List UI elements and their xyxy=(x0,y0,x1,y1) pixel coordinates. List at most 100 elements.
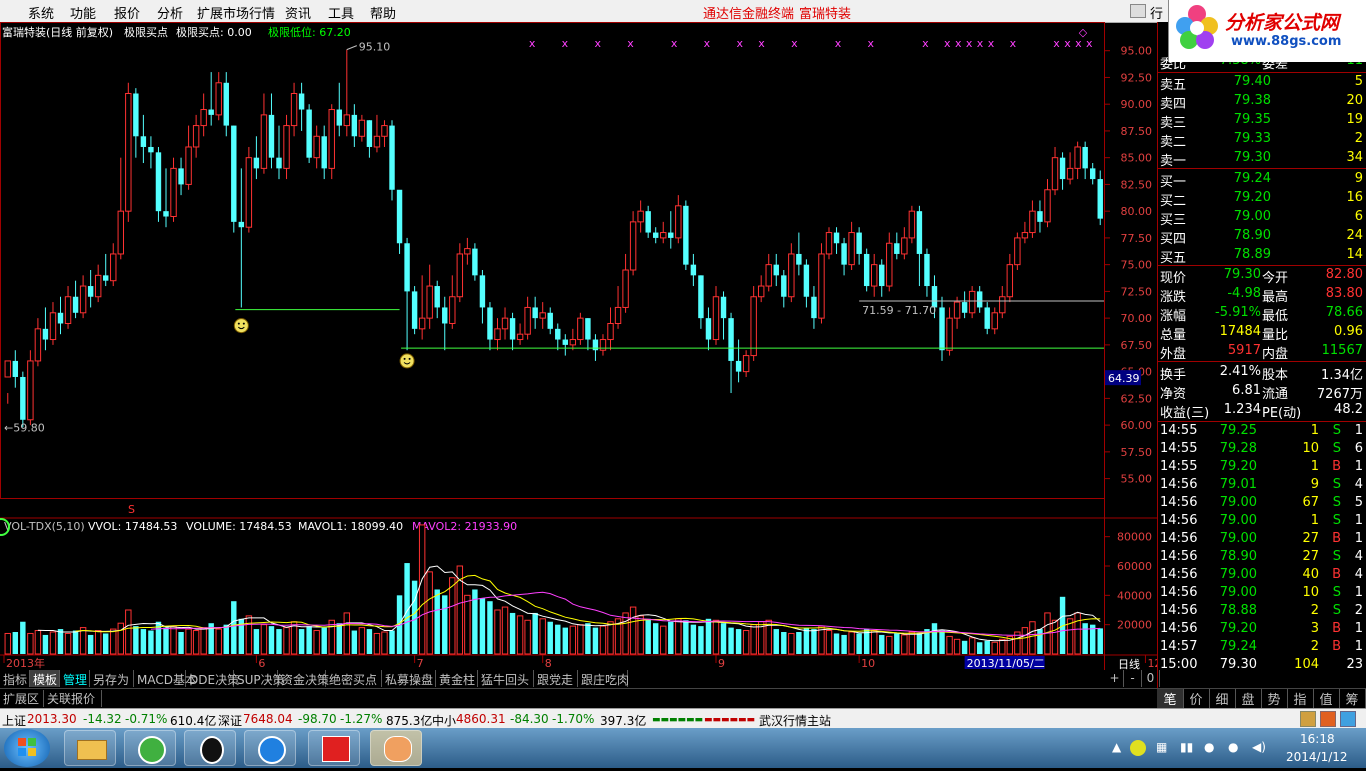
tab-extension-area[interactable]: 扩展区 xyxy=(0,690,44,707)
candle-body[interactable] xyxy=(148,146,154,153)
panel-tab-4[interactable]: 势 xyxy=(1261,689,1288,708)
candle-body[interactable] xyxy=(501,317,509,330)
panel-tab-6[interactable]: 值 xyxy=(1313,689,1340,708)
tab-indicator-12[interactable]: 跟党走 xyxy=(534,670,578,687)
candle-body[interactable] xyxy=(607,322,614,341)
candle-body[interactable] xyxy=(901,237,908,255)
candle-body[interactable] xyxy=(253,157,260,169)
candle-body[interactable] xyxy=(562,339,569,345)
candle-body[interactable] xyxy=(728,318,734,361)
tab-indicator-2[interactable]: 管理 xyxy=(60,670,90,687)
candle-body[interactable] xyxy=(358,119,366,137)
candle-body[interactable] xyxy=(313,135,320,159)
tab-indicator-8[interactable]: 绝密买点 xyxy=(326,670,382,687)
candle-body[interactable] xyxy=(223,82,229,126)
panel-tab-1[interactable]: 价 xyxy=(1183,689,1210,708)
start-button[interactable] xyxy=(4,729,50,767)
candle-body[interactable] xyxy=(155,152,162,212)
candle-body[interactable] xyxy=(1051,157,1059,191)
candle-body[interactable] xyxy=(351,114,358,137)
menu-system[interactable]: 系统 xyxy=(28,3,54,22)
candle-body[interactable] xyxy=(449,296,456,324)
tab-indicator-9[interactable]: 私募操盘 xyxy=(382,670,436,687)
candle-body[interactable] xyxy=(366,120,373,147)
candle-body[interactable] xyxy=(1082,146,1088,169)
candle-body[interactable] xyxy=(569,339,577,346)
candle-body[interactable] xyxy=(645,211,651,233)
candle-body[interactable] xyxy=(260,114,268,169)
candle-body[interactable] xyxy=(396,189,403,244)
player-button[interactable] xyxy=(244,730,296,766)
stock-app-button[interactable] xyxy=(308,730,360,766)
candle-body[interactable] xyxy=(4,360,11,378)
candle-body[interactable] xyxy=(870,264,878,287)
candle-body[interactable] xyxy=(750,296,757,357)
menu-function[interactable]: 功能 xyxy=(70,3,96,22)
candle-body[interactable] xyxy=(863,253,870,287)
candle-body[interactable] xyxy=(328,109,335,169)
candle-body[interactable] xyxy=(215,82,222,116)
candle-body[interactable] xyxy=(12,360,19,377)
candle-body[interactable] xyxy=(442,307,448,324)
candle-body[interactable] xyxy=(1044,189,1051,223)
candle-body[interactable] xyxy=(163,211,169,217)
candle-body[interactable] xyxy=(1021,232,1029,239)
candle-body[interactable] xyxy=(494,328,501,341)
candle-body[interactable] xyxy=(660,232,667,239)
candle-body[interactable] xyxy=(34,328,42,362)
candle-body[interactable] xyxy=(1066,167,1074,180)
candle-body[interactable] xyxy=(245,157,253,228)
candle-body[interactable] xyxy=(916,211,923,254)
candle-body[interactable] xyxy=(833,232,840,244)
candle-body[interactable] xyxy=(818,253,825,319)
candle-body[interactable] xyxy=(653,232,659,238)
candle-body[interactable] xyxy=(133,93,139,137)
tab-indicator-0[interactable]: 指标 xyxy=(0,670,30,687)
candle-body[interactable] xyxy=(924,253,930,287)
candle-body[interactable] xyxy=(811,296,817,319)
candle-body[interactable] xyxy=(298,93,305,110)
candle-body[interactable] xyxy=(984,307,990,329)
tab-indicator-11[interactable]: 猛牛回头 xyxy=(478,670,534,687)
candle-body[interactable] xyxy=(886,242,893,287)
candle-body[interactable] xyxy=(908,210,916,239)
menu-help[interactable]: 帮助 xyxy=(370,3,396,22)
candle-body[interactable] xyxy=(321,136,327,169)
candle-body[interactable] xyxy=(487,307,493,340)
candle-body[interactable] xyxy=(125,92,132,212)
tray-keyboard-icon[interactable]: ▦ xyxy=(1156,740,1167,754)
candle-body[interactable] xyxy=(516,333,524,341)
candle-body[interactable] xyxy=(434,286,440,308)
panel-tab-5[interactable]: 指 xyxy=(1287,689,1314,708)
candle-body[interactable] xyxy=(1037,211,1043,222)
tab-indicator-3[interactable]: 另存为 xyxy=(90,670,134,687)
menu-news[interactable]: 资讯 xyxy=(285,3,311,22)
candle-body[interactable] xyxy=(336,109,342,126)
candle-body[interactable] xyxy=(946,317,953,351)
candle-body[interactable] xyxy=(103,275,109,281)
candle-body[interactable] xyxy=(373,135,381,148)
zoom-out-button[interactable]: - xyxy=(1124,670,1142,687)
browser-button[interactable] xyxy=(124,730,176,766)
candle-body[interactable] xyxy=(585,318,591,340)
tab-indicator-10[interactable]: 黄金柱 xyxy=(436,670,478,687)
tab-indicator-1[interactable]: 模板 xyxy=(30,670,60,687)
candle-body[interactable] xyxy=(192,125,200,148)
candle-body[interactable] xyxy=(796,253,802,265)
candle-body[interactable] xyxy=(524,306,531,335)
candle-body[interactable] xyxy=(110,253,117,282)
candle-body[interactable] xyxy=(72,296,79,313)
panel-tab-3[interactable]: 盘 xyxy=(1235,689,1262,708)
candle-body[interactable] xyxy=(539,312,546,319)
candle-body[interactable] xyxy=(668,232,674,238)
candle-body[interactable] xyxy=(705,318,712,340)
candle-body[interactable] xyxy=(735,360,742,372)
tab-indicator-7[interactable]: 资金决策 xyxy=(278,670,329,687)
candle-body[interactable] xyxy=(276,157,282,169)
candle-body[interactable] xyxy=(781,275,787,297)
candle-body[interactable] xyxy=(381,125,388,137)
explorer-button[interactable] xyxy=(64,730,116,766)
candle-body[interactable] xyxy=(49,312,57,341)
candle-body[interactable] xyxy=(472,248,478,276)
clock-date[interactable]: 2014/1/12 xyxy=(1286,750,1348,764)
